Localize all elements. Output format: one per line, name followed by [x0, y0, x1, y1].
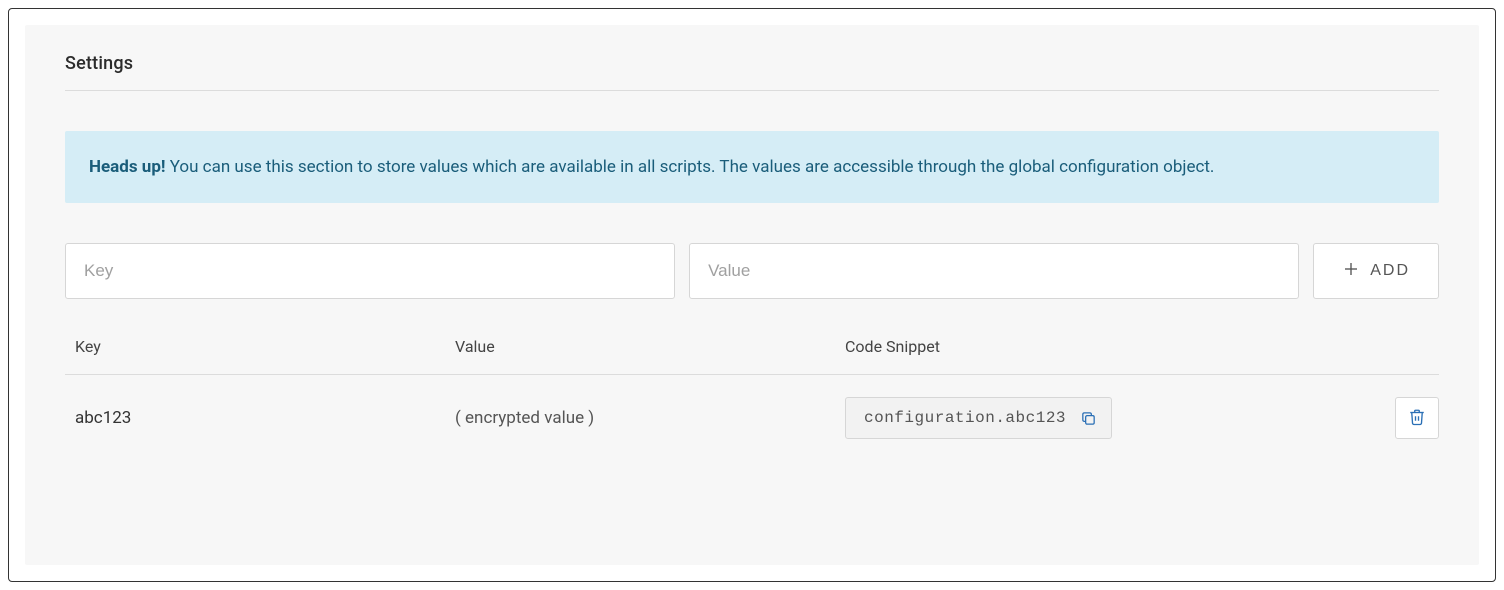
section-title: Settings: [65, 53, 1439, 91]
info-banner-strong: Heads up!: [89, 157, 166, 177]
header-snippet: Code Snippet: [845, 337, 1379, 356]
snippet-box: configuration.abc123: [845, 397, 1112, 439]
add-button-label: ADD: [1370, 262, 1410, 280]
info-banner-text: You can use this section to store values…: [166, 157, 1215, 177]
window-frame: Settings Heads up! You can use this sect…: [8, 8, 1496, 582]
snippet-text: configuration.abc123: [864, 409, 1066, 427]
row-value: ( encrypted value ): [455, 408, 845, 428]
settings-panel: Settings Heads up! You can use this sect…: [25, 25, 1479, 565]
plus-icon: [1342, 260, 1360, 283]
header-key: Key: [65, 337, 455, 356]
row-key: abc123: [65, 408, 455, 428]
header-value: Value: [455, 337, 845, 356]
info-banner: Heads up! You can use this section to st…: [65, 131, 1439, 203]
add-button[interactable]: ADD: [1313, 243, 1439, 299]
copy-icon[interactable]: [1080, 410, 1097, 427]
delete-button[interactable]: [1395, 397, 1439, 439]
table-header: Key Value Code Snippet: [65, 337, 1439, 375]
key-input[interactable]: [65, 243, 675, 299]
table-row: abc123 ( encrypted value ) configuration…: [65, 375, 1439, 439]
trash-icon: [1408, 408, 1426, 429]
row-actions: [1379, 397, 1439, 439]
add-entry-row: ADD: [65, 243, 1439, 299]
value-input[interactable]: [689, 243, 1299, 299]
row-snippet: configuration.abc123: [845, 397, 1379, 439]
